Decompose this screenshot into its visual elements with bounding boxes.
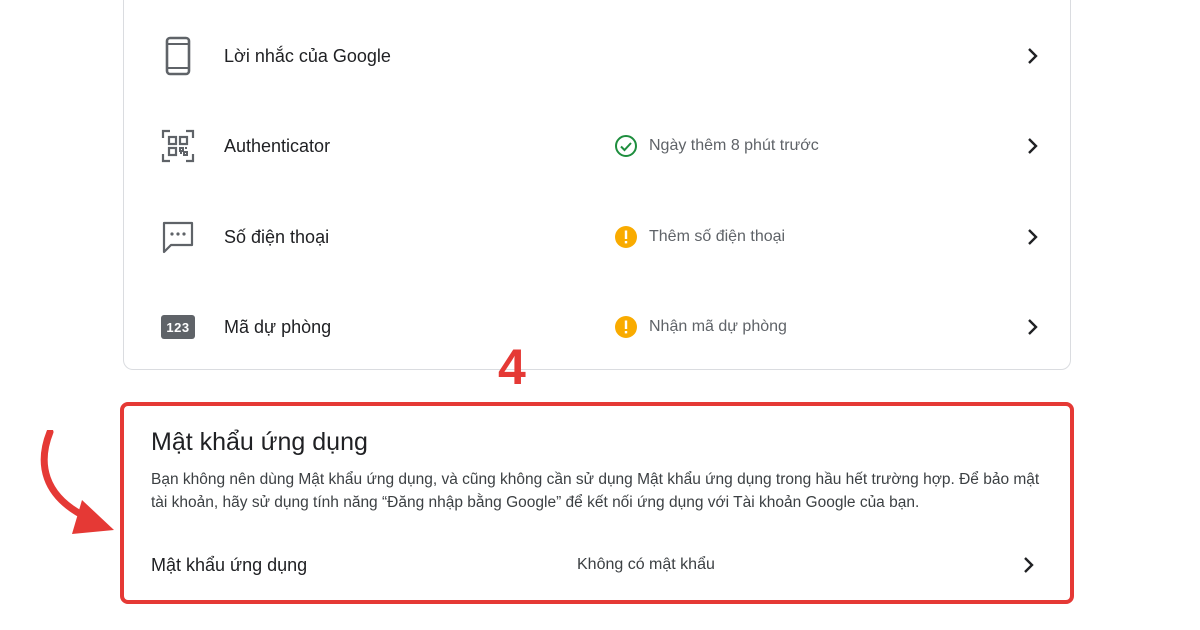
chevron-right-icon (1026, 227, 1040, 247)
method-status: Nhận mã dự phòng (614, 315, 787, 339)
method-row-phone-number[interactable]: Số điện thoại Thêm số điện thoại (124, 207, 1070, 267)
method-status-text: Nhận mã dự phòng (649, 318, 787, 335)
chevron-right-icon (1022, 555, 1036, 575)
method-label: Authenticator (224, 135, 331, 156)
two-step-methods-card: Lời nhắc của Google Authenticator Ngày t… (123, 0, 1071, 370)
method-row-google-prompt[interactable]: Lời nhắc của Google (124, 26, 1070, 86)
message-icon (161, 217, 195, 257)
method-row-authenticator[interactable]: Authenticator Ngày thêm 8 phút trước (124, 116, 1070, 176)
backup-codes-icon: 123 (161, 307, 195, 347)
warning-icon (614, 225, 638, 249)
method-label: Lời nhắc của Google (224, 45, 391, 66)
phone-icon (161, 36, 195, 76)
chevron-right-icon (1026, 317, 1040, 337)
app-passwords-description: Bạn không nên dùng Mật khẩu ứng dụng, và… (151, 471, 1040, 511)
chevron-right-icon (1026, 136, 1040, 156)
method-status: Thêm số điện thoại (614, 225, 785, 249)
app-passwords-row-label: Mật khẩu ứng dụng (151, 554, 308, 575)
annotation-step-number: 4 (498, 339, 526, 395)
method-label: Số điện thoại (224, 226, 330, 247)
qr-code-icon (161, 126, 195, 166)
app-passwords-title: Mật khẩu ứng dụng (151, 428, 368, 456)
check-circle-icon (614, 134, 638, 158)
method-row-backup-codes[interactable]: 123 Mã dự phòng Nhận mã dự phòng (124, 297, 1070, 357)
app-passwords-row[interactable]: Mật khẩu ứng dụng Không có mật khẩu (124, 542, 1070, 588)
method-label: Mã dự phòng (224, 316, 332, 337)
warning-icon (614, 315, 638, 339)
method-status-text: Thêm số điện thoại (649, 228, 786, 245)
chevron-right-icon (1026, 46, 1040, 66)
method-status-text: Ngày thêm 8 phút trước (649, 137, 819, 154)
app-passwords-row-value: Không có mật khẩu (577, 556, 715, 573)
annotation-arrow-icon (40, 430, 114, 534)
method-status: Ngày thêm 8 phút trước (614, 134, 819, 158)
